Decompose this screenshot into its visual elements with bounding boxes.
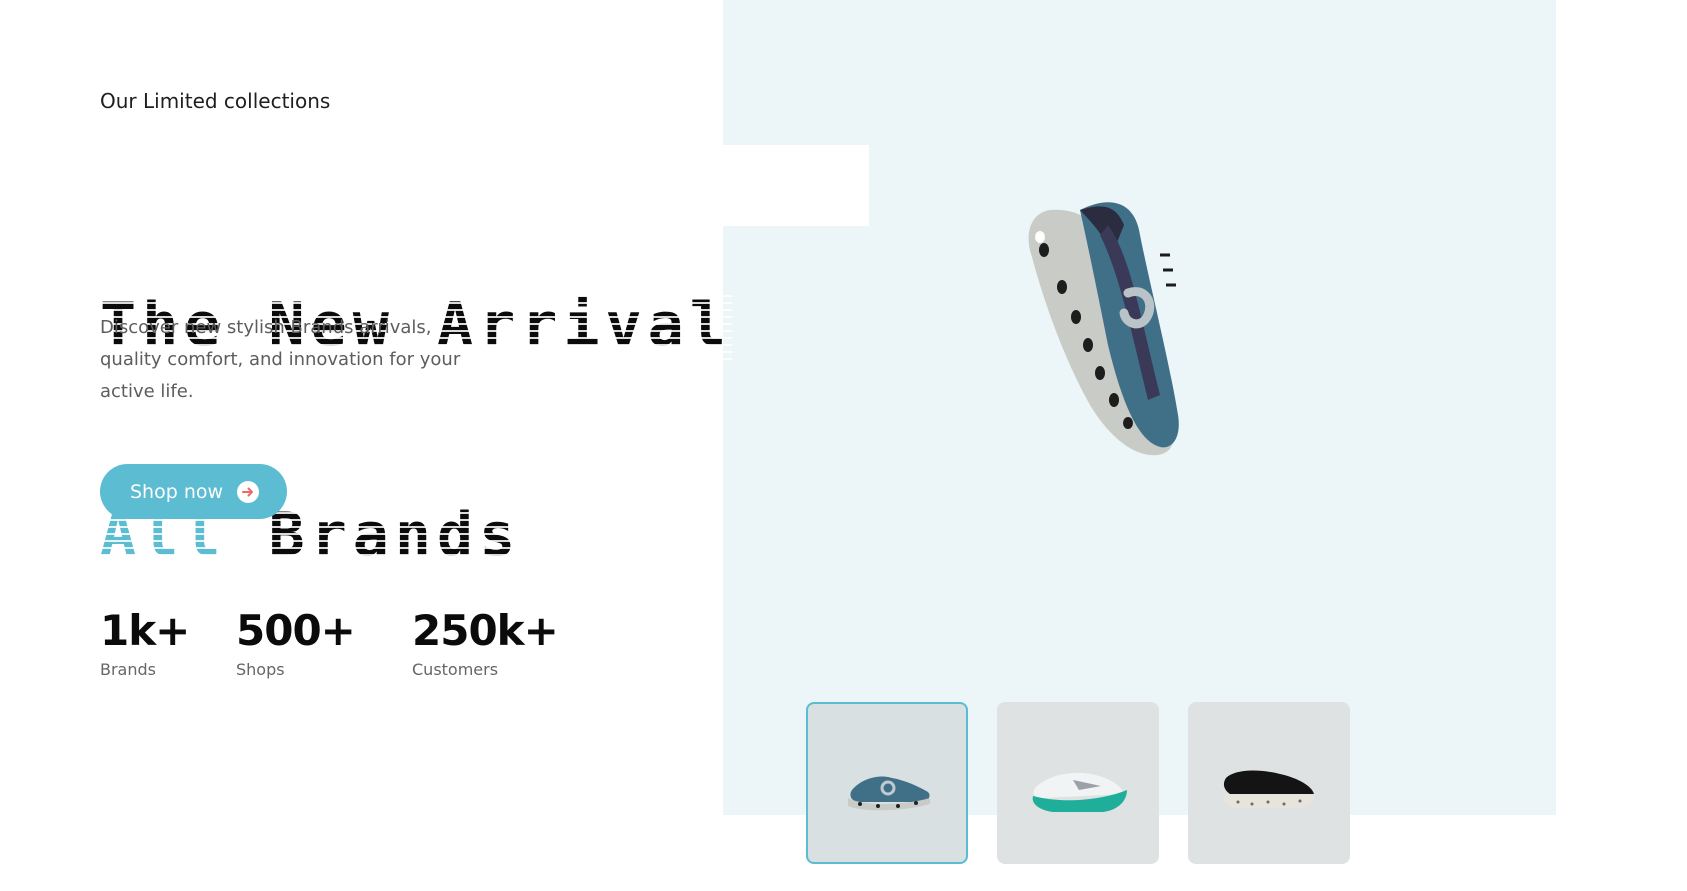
stat-label: Brands — [100, 660, 156, 679]
stat-value: 250k+ — [412, 606, 559, 655]
stat-brands: 1k+ Brands — [100, 606, 190, 679]
thumbnail-2[interactable] — [997, 702, 1159, 864]
featured-shoe-image — [1028, 202, 1179, 456]
headline-backdrop — [723, 145, 869, 226]
hero-description: Discover new stylish Brands arrivals, qu… — [100, 317, 461, 402]
stat-label: Customers — [412, 660, 499, 679]
white-teal-shoe-icon — [1032, 772, 1127, 812]
headline-brands: Brands — [268, 500, 522, 570]
thumbnail-1[interactable] — [806, 702, 968, 864]
black-trail-shoe-icon — [1223, 770, 1315, 808]
stat-shops: 500+ Shops — [236, 606, 356, 679]
stat-customers: 250k+ Customers — [412, 606, 559, 679]
arrow-right-icon — [237, 480, 260, 503]
blue-runner-shoe-icon — [848, 776, 930, 811]
stat-value: 1k+ — [100, 606, 190, 655]
stat-value: 500+ — [236, 606, 356, 655]
eyebrow-text: Our Limited collections — [100, 89, 331, 113]
shop-now-label: Shop now — [130, 480, 224, 503]
shop-now-button[interactable]: Shop now — [100, 464, 287, 519]
stat-label: Shops — [236, 660, 285, 679]
thumbnail-3[interactable] — [1188, 702, 1350, 864]
